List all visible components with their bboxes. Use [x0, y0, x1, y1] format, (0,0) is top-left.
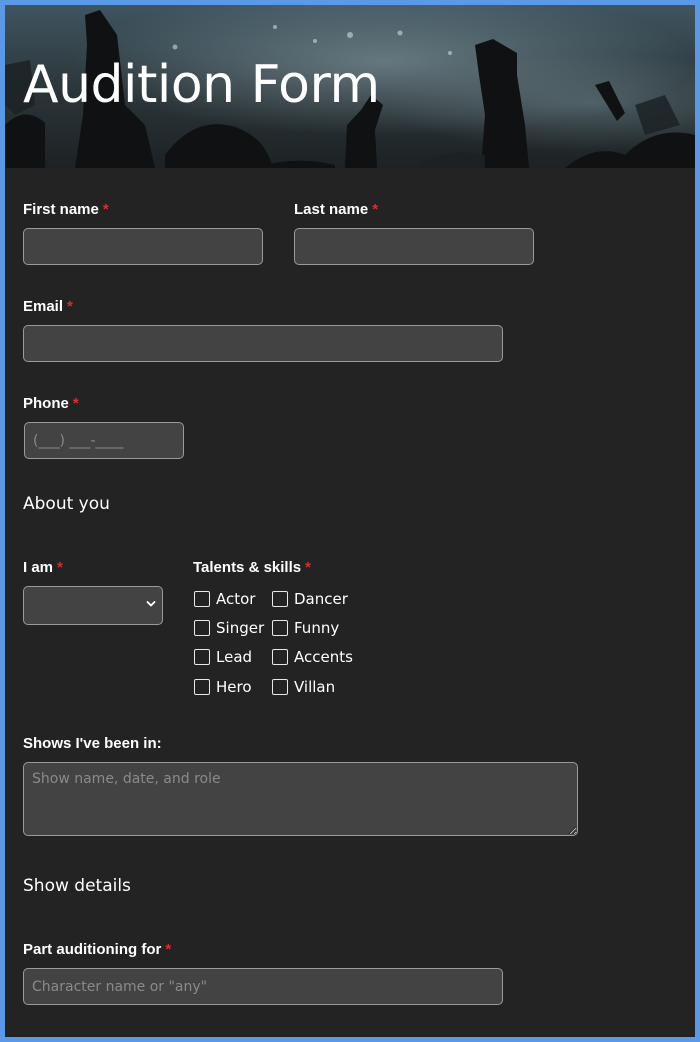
checkbox-unchecked-icon[interactable]	[194, 679, 210, 695]
phone-label: Phone *	[23, 395, 79, 413]
shows-label: Shows I've been in:	[23, 735, 162, 752]
talent-option-label: Funny	[294, 619, 340, 637]
checkbox-unchecked-icon[interactable]	[194, 591, 210, 607]
last-name-input[interactable]	[294, 228, 534, 265]
checkbox-unchecked-icon[interactable]	[272, 679, 288, 695]
chevron-down-icon	[146, 601, 156, 607]
required-marker: *	[305, 559, 311, 576]
part-input[interactable]	[23, 968, 503, 1005]
first-name-label: First name *	[23, 201, 109, 219]
talent-option-label: Accents	[294, 648, 353, 666]
phone-input[interactable]	[24, 422, 184, 459]
talent-option-label: Hero	[216, 678, 252, 696]
part-label: Part auditioning for *	[23, 941, 171, 959]
header-banner: Audition Form	[5, 5, 695, 168]
talent-option-funny[interactable]: Funny	[272, 618, 339, 638]
required-marker: *	[57, 559, 63, 576]
last-name-label: Last name *	[294, 201, 378, 219]
last-name-label-text: Last name	[294, 201, 369, 218]
shows-textarea[interactable]	[23, 762, 578, 836]
phone-label-text: Phone	[23, 395, 69, 412]
talent-option-label: Lead	[216, 648, 253, 666]
talent-option-label: Actor	[216, 590, 256, 608]
talent-option-label: Dancer	[294, 590, 348, 608]
part-label-text: Part auditioning for	[23, 941, 162, 958]
form-container: Audition Form First name * Last name * Ema…	[5, 5, 695, 1037]
talent-option-lead[interactable]: Lead	[194, 647, 252, 667]
checkbox-unchecked-icon[interactable]	[272, 591, 288, 607]
required-marker: *	[165, 941, 172, 958]
checkbox-unchecked-icon[interactable]	[272, 649, 288, 665]
talents-label-text: Talents & skills	[193, 559, 302, 576]
email-label-text: Email	[23, 298, 64, 315]
checkbox-unchecked-icon[interactable]	[272, 620, 288, 636]
i-am-label-text: I am	[23, 559, 54, 576]
first-name-label-text: First name	[23, 201, 99, 218]
talent-option-label: Singer	[216, 619, 265, 637]
required-marker: *	[72, 395, 79, 412]
required-marker: *	[67, 298, 73, 315]
email-input[interactable]	[23, 325, 503, 362]
checkbox-unchecked-icon[interactable]	[194, 620, 210, 636]
i-am-select[interactable]	[23, 586, 163, 625]
email-label: Email *	[23, 298, 73, 316]
talent-option-hero[interactable]: Hero	[194, 677, 252, 697]
talent-option-accents[interactable]: Accents	[272, 647, 353, 667]
i-am-label: I am *	[23, 559, 63, 577]
talent-option-villan[interactable]: Villan	[272, 677, 335, 697]
talent-option-label: Villan	[294, 678, 336, 696]
talent-option-actor[interactable]: Actor	[194, 589, 255, 609]
talents-label: Talents & skills *	[193, 559, 311, 577]
required-marker: *	[372, 201, 379, 218]
form-title: Audition Form	[23, 55, 380, 115]
talent-option-dancer[interactable]: Dancer	[272, 589, 348, 609]
show-details-heading: Show details	[23, 876, 131, 896]
required-marker: *	[102, 201, 109, 218]
checkbox-unchecked-icon[interactable]	[194, 649, 210, 665]
first-name-input[interactable]	[23, 228, 263, 265]
about-you-heading: About you	[23, 494, 110, 514]
talent-option-singer[interactable]: Singer	[194, 618, 264, 638]
